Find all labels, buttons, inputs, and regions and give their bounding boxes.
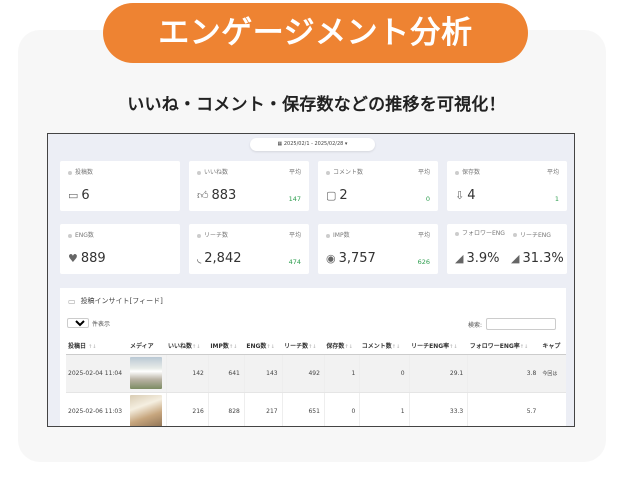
feature-subtitle: いいね・コメント・保存数などの推移を可視化！ xyxy=(127,95,506,115)
stat-saves: 保存数 平均 ⇩ 4 1 xyxy=(447,161,567,211)
col-date[interactable]: 投稿日 ↑↓ xyxy=(66,338,128,355)
col-reach-eng[interactable]: リーチENG率↑↓ xyxy=(409,338,468,355)
col-follower-eng[interactable]: フォロワーENG率↑↓ xyxy=(467,338,541,355)
send-icon: ◢ xyxy=(455,252,464,265)
page-length-select[interactable]: 10 xyxy=(67,318,89,328)
post-thumbnail[interactable] xyxy=(130,357,162,389)
date-range-text: 2025/02/1 - 2025/02/28 xyxy=(283,141,344,147)
save-icon: ⇩ xyxy=(455,189,465,202)
eye-icon: ◉ xyxy=(326,252,336,265)
col-saves[interactable]: 保存数↑↓ xyxy=(324,338,360,355)
insights-table: 投稿日 ↑↓ メディア いいね数↑↓ IMP数↑↓ ENG数↑↓ リーチ数↑↓ … xyxy=(66,338,566,426)
caret-down-icon: ▾ xyxy=(344,141,348,147)
stat-imp: IMP数 平均 ◉ 3,757 626 xyxy=(318,224,438,274)
col-caption[interactable]: キャプ xyxy=(540,338,566,355)
stat-reach: リーチ数 平均 ◟ 2,842 474 xyxy=(189,224,309,274)
insights-panel: ▭ 投稿インサイト[フィード] 10 件表示 検索: 投稿日 ↑↓ メディア い… xyxy=(60,288,566,426)
laptop-icon: ▭ xyxy=(68,189,79,202)
stat-eng-rates: フォロワーENG リーチENG ◢ 3.9% ◢ 31.3% xyxy=(447,224,567,274)
stat-comments: コメント数 平均 ▢ 2 0 xyxy=(318,161,438,211)
col-eng[interactable]: ENG数↑↓ xyxy=(244,338,283,355)
app-screenshot: ▦ 2025/02/1 - 2025/02/28 ▾ 投稿数 ▭ 6 いいね数 平… xyxy=(47,133,575,427)
stat-posts: 投稿数 ▭ 6 xyxy=(60,161,180,211)
panel-title: ▭ 投稿インサイト[フィード] xyxy=(68,296,163,306)
col-likes[interactable]: いいね数↑↓ xyxy=(166,338,209,355)
send-icon: ◢ xyxy=(511,252,520,265)
col-comments[interactable]: コメント数↑↓ xyxy=(359,338,410,355)
col-reach[interactable]: リーチ数↑↓ xyxy=(282,338,325,355)
table-search: 検索: xyxy=(468,318,556,330)
thumbs-up-icon: 👍︎ xyxy=(197,189,209,202)
comment-icon: ▢ xyxy=(326,189,337,202)
table-row: 2025-02-04 11:04 142 641 143 492 1 0 29.… xyxy=(66,354,566,393)
stat-likes: いいね数 平均 👍︎ 883 147 xyxy=(189,161,309,211)
post-thumbnail[interactable] xyxy=(130,395,162,426)
tv-icon: ▭ xyxy=(68,296,76,306)
page-length: 10 件表示 xyxy=(67,318,110,328)
table-row: 2025-02-06 11:03 216 828 217 651 0 1 33.… xyxy=(66,392,566,426)
search-input[interactable] xyxy=(486,318,556,330)
heart-icon: ♥ xyxy=(68,252,78,265)
col-imp[interactable]: IMP数↑↓ xyxy=(208,338,245,355)
date-range-picker[interactable]: ▦ 2025/02/1 - 2025/02/28 ▾ xyxy=(250,138,375,151)
stat-eng: ENG数 ♥ 889 xyxy=(60,224,180,274)
rss-icon: ◟ xyxy=(197,252,202,265)
feature-badge: エンゲージメント分析 xyxy=(103,3,528,63)
calendar-icon: ▦ xyxy=(277,141,283,147)
col-media[interactable]: メディア xyxy=(128,338,166,355)
